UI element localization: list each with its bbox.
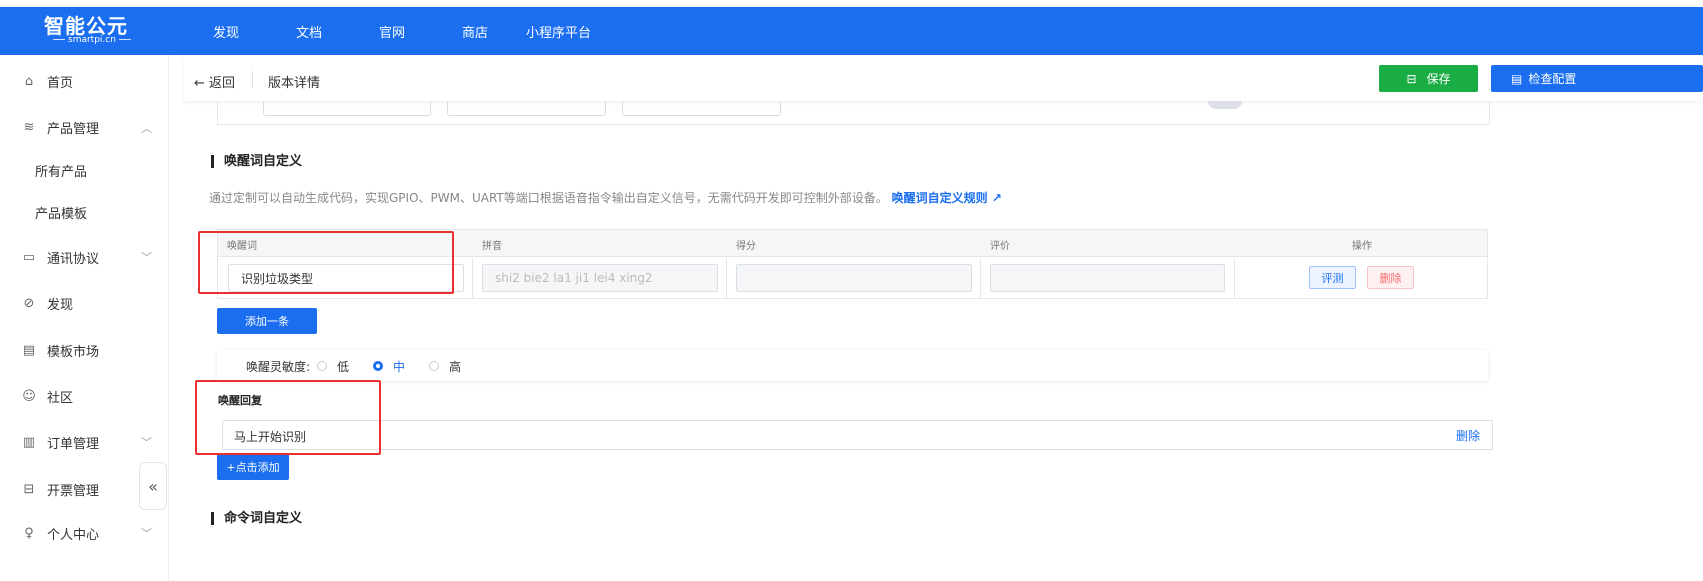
protocol-icon: ▭ bbox=[22, 250, 36, 265]
chevron-down-icon[interactable]: ﹀ bbox=[141, 525, 152, 541]
sensitivity-panel bbox=[217, 350, 1488, 381]
sidebar-item-all-products[interactable]: 所有产品 bbox=[35, 161, 87, 180]
radio-low[interactable] bbox=[317, 361, 327, 371]
sidebar-item-orders[interactable]: ▥ 订单管理 bbox=[22, 433, 99, 452]
check-config-button[interactable]: ▤ 检查配置 bbox=[1491, 65, 1703, 92]
nav-miniprogram[interactable]: 小程序平台 bbox=[526, 22, 591, 41]
wake-reply-input[interactable] bbox=[222, 420, 1493, 450]
toggle-switch[interactable] bbox=[1208, 101, 1242, 109]
sidebar-item-product-templates[interactable]: 产品模板 bbox=[35, 203, 87, 222]
divider bbox=[980, 258, 981, 299]
column-header-score: 得分 bbox=[736, 241, 756, 252]
external-link-icon: ↗ bbox=[991, 191, 1002, 205]
invoice-icon: ⊟ bbox=[23, 482, 35, 497]
score-field bbox=[736, 264, 972, 292]
nav-discover[interactable]: 发现 bbox=[213, 22, 239, 41]
radio-label-medium[interactable]: 中 bbox=[393, 358, 405, 375]
document-icon: ▤ bbox=[1511, 71, 1523, 86]
home-icon: ⌂ bbox=[24, 74, 34, 89]
sidebar-item-community[interactable]: ☺ 社区 bbox=[22, 387, 73, 406]
section-description: 通过定制可以自动生成代码，实现GPIO、PWM、UART等端口根据语音指令输出自… bbox=[209, 191, 1002, 205]
radio-high[interactable] bbox=[429, 361, 439, 371]
chevron-down-icon[interactable]: ﹀ bbox=[141, 434, 152, 450]
radio-medium[interactable] bbox=[373, 361, 383, 371]
top-navbar bbox=[0, 7, 1703, 55]
delete-row-button[interactable]: 删除 bbox=[1367, 266, 1414, 289]
divider bbox=[472, 258, 473, 299]
section-title-wake-word: 唤醒词自定义 bbox=[211, 155, 302, 168]
chevron-up-icon[interactable]: ︿ bbox=[141, 120, 152, 136]
pinyin-field: shi2 bie2 la1 ji1 lei4 xing2 bbox=[482, 264, 718, 292]
delete-reply-link[interactable]: 删除 bbox=[1456, 427, 1480, 444]
divider bbox=[726, 258, 727, 299]
radio-label-low[interactable]: 低 bbox=[337, 358, 349, 375]
sidebar-item-discover[interactable]: ⊘ 发现 bbox=[22, 294, 73, 313]
mode-select[interactable] bbox=[622, 101, 781, 116]
pin-select[interactable] bbox=[263, 101, 431, 116]
section-title-command-word: 命令词自定义 bbox=[211, 512, 302, 525]
template-icon: ▤ bbox=[22, 343, 36, 358]
evaluate-button[interactable]: 评测 bbox=[1309, 266, 1356, 289]
order-icon: ▥ bbox=[22, 435, 36, 450]
column-header-actions: 操作 bbox=[1352, 241, 1372, 252]
rating-field bbox=[990, 264, 1225, 292]
column-header-pinyin: 拼音 bbox=[482, 241, 502, 252]
sidebar-item-profile[interactable]: ♀ 个人中心 bbox=[22, 524, 99, 543]
sidebar-item-template-market[interactable]: ▤ 模板市场 bbox=[22, 341, 99, 360]
double-chevron-left-icon: « bbox=[148, 476, 158, 496]
wake-word-rules-link[interactable]: 唤醒词自定义规则 ↗ bbox=[892, 191, 1002, 205]
divider bbox=[252, 71, 253, 87]
nav-store[interactable]: 商店 bbox=[462, 22, 488, 41]
column-header-rating: 评价 bbox=[990, 241, 1010, 252]
annotation-highlight-wake-word bbox=[198, 231, 454, 294]
page-title: 版本详情 bbox=[268, 76, 321, 91]
save-button[interactable]: ⊟ 保存 bbox=[1379, 65, 1478, 92]
sidebar-item-product-management[interactable]: ≋ 产品管理 bbox=[22, 118, 99, 137]
save-icon: ⊟ bbox=[1406, 71, 1417, 86]
divider bbox=[1234, 258, 1235, 299]
sidebar-item-home[interactable]: ⌂ 首页 bbox=[22, 72, 73, 91]
sidebar-item-invoices[interactable]: ⊟ 开票管理 bbox=[22, 480, 99, 499]
add-row-button[interactable]: 添加一条 bbox=[217, 308, 317, 334]
annotation-highlight-wake-reply bbox=[195, 380, 381, 455]
arrow-left-icon: ← bbox=[194, 76, 210, 91]
user-icon: ♀ bbox=[24, 526, 34, 541]
back-button[interactable]: ← 返回 bbox=[194, 72, 235, 91]
sensitivity-label: 唤醒灵敏度: bbox=[246, 360, 311, 374]
chevron-down-icon[interactable]: ﹀ bbox=[141, 249, 152, 265]
smile-icon: ☺ bbox=[22, 389, 36, 404]
logo-subtitle: smartpi.cn bbox=[50, 35, 134, 45]
level-select[interactable] bbox=[447, 101, 606, 116]
compass-icon: ⊘ bbox=[23, 296, 35, 311]
nav-website[interactable]: 官网 bbox=[379, 22, 405, 41]
nav-docs[interactable]: 文档 bbox=[296, 22, 322, 41]
collapse-sidebar-button[interactable]: « bbox=[139, 462, 167, 510]
radio-label-high[interactable]: 高 bbox=[449, 358, 461, 375]
add-reply-button[interactable]: +点击添加 bbox=[217, 454, 289, 480]
sidebar-item-protocol[interactable]: ▭ 通讯协议 bbox=[22, 248, 99, 267]
layers-icon: ≋ bbox=[23, 120, 35, 135]
